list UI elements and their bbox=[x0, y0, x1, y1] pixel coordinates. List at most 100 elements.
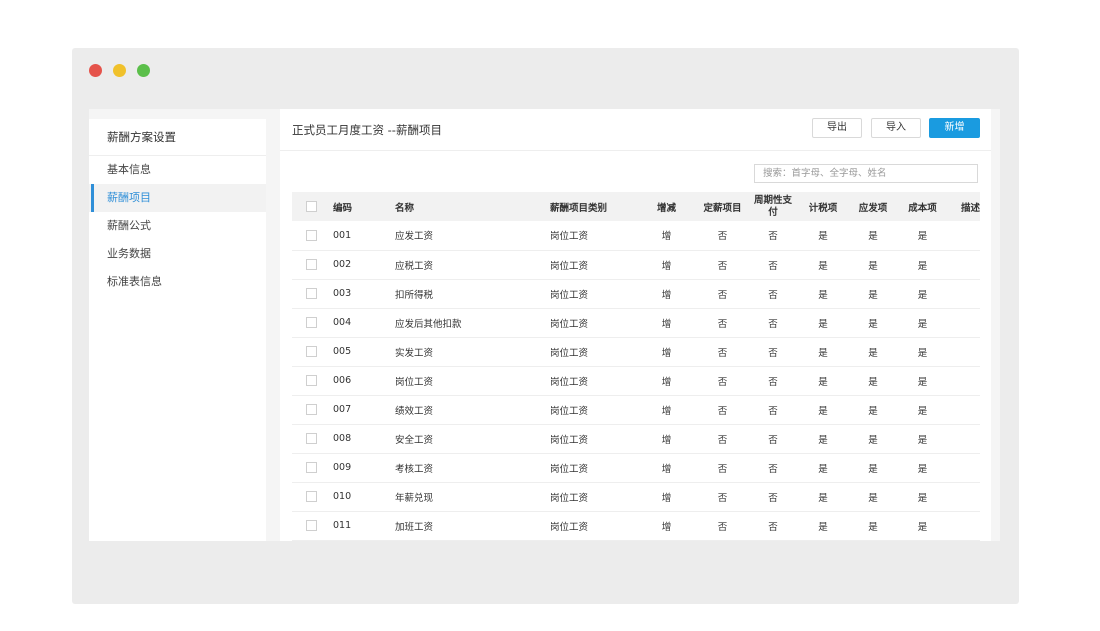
cell-cost: 是 bbox=[917, 521, 928, 533]
row-checkbox[interactable] bbox=[306, 462, 317, 473]
column-header-description: 描述 bbox=[961, 202, 981, 214]
row-checkbox[interactable] bbox=[306, 229, 317, 241]
cell-description bbox=[950, 424, 980, 453]
cell-name: 岗位工资 bbox=[395, 376, 434, 388]
cell-fixed-salary: 否 bbox=[717, 231, 728, 243]
salary-items-table: 编码 名称 薪酬项目类别 增减 定薪项目 周期性支付 计税项 应发项 成本项 描… bbox=[292, 192, 981, 541]
cell-code: 007 bbox=[333, 404, 352, 415]
cell-increase-decrease: 增 bbox=[661, 260, 672, 272]
add-button[interactable]: 新增 bbox=[929, 118, 980, 138]
row-select-cell bbox=[292, 279, 322, 308]
row-select-cell bbox=[292, 424, 322, 453]
table-row[interactable]: 005 实发工资 岗位工资 增 否 否 是 是 是 bbox=[292, 337, 981, 366]
cell-payable: 是 bbox=[868, 521, 878, 533]
sidebar-item-salary-formula[interactable]: 薪酬公式 bbox=[89, 212, 266, 240]
row-checkbox[interactable] bbox=[306, 288, 317, 299]
row-checkbox[interactable] bbox=[306, 404, 317, 415]
cell-taxable: 是 bbox=[818, 318, 828, 330]
column-header-fixed-salary: 定薪项目 bbox=[703, 202, 742, 214]
column-header-taxable: 计税项 bbox=[808, 202, 838, 214]
row-checkbox[interactable] bbox=[306, 520, 317, 531]
table-row[interactable]: 009 考核工资 岗位工资 增 否 否 是 是 是 bbox=[292, 453, 981, 482]
column-header-cost: 成本项 bbox=[908, 202, 937, 214]
table-row[interactable]: 010 年薪兑现 岗位工资 增 否 否 是 是 是 bbox=[292, 482, 981, 511]
cell-increase-decrease: 增 bbox=[661, 463, 672, 475]
cell-fixed-salary: 否 bbox=[717, 492, 728, 504]
table-row[interactable]: 008 安全工资 岗位工资 增 否 否 是 是 是 bbox=[292, 424, 981, 453]
cell-category: 岗位工资 bbox=[550, 231, 589, 243]
cell-payable: 是 bbox=[868, 463, 878, 475]
cell-code: 010 bbox=[333, 491, 352, 502]
row-checkbox[interactable] bbox=[306, 317, 317, 328]
table-row[interactable]: 002 应税工资 岗位工资 增 否 否 是 是 是 bbox=[292, 250, 981, 279]
cell-periodic-payment: 否 bbox=[768, 434, 778, 446]
table-row[interactable]: 001 应发工资 岗位工资 增 否 否 是 是 是 bbox=[292, 221, 981, 250]
row-checkbox[interactable] bbox=[306, 433, 317, 444]
row-checkbox[interactable] bbox=[306, 491, 317, 502]
cell-cost: 是 bbox=[917, 376, 928, 388]
cell-taxable: 是 bbox=[818, 289, 828, 301]
row-checkbox[interactable] bbox=[306, 375, 317, 386]
cell-cost: 是 bbox=[917, 492, 928, 504]
cell-cost: 是 bbox=[917, 347, 928, 359]
column-header-code: 编码 bbox=[333, 202, 353, 214]
cell-fixed-salary: 否 bbox=[717, 405, 728, 417]
cell-taxable: 是 bbox=[818, 231, 828, 243]
cell-increase-decrease: 增 bbox=[661, 318, 672, 330]
cell-description bbox=[950, 337, 980, 366]
main-panel: 正式员工月度工资 --薪酬项目 导出 导入 新增 编码 名称 薪酬项目类别 bbox=[280, 109, 991, 541]
cell-code: 006 bbox=[333, 375, 352, 386]
row-checkbox[interactable] bbox=[306, 259, 317, 270]
sidebar-item-business-data[interactable]: 业务数据 bbox=[89, 240, 266, 268]
app-content: 薪酬方案设置 基本信息 薪酬项目 薪酬公式 业务数据 标准表信息 正式员工月度工… bbox=[89, 109, 1000, 541]
cell-description bbox=[950, 453, 980, 482]
row-select-cell bbox=[292, 395, 322, 424]
sidebar-item-salary-items[interactable]: 薪酬项目 bbox=[89, 184, 266, 212]
cell-code: 004 bbox=[333, 317, 352, 328]
cell-cost: 是 bbox=[917, 463, 928, 475]
table-header-row: 编码 名称 薪酬项目类别 增减 定薪项目 周期性支付 计税项 应发项 成本项 描… bbox=[292, 192, 981, 221]
table-row[interactable]: 011 加班工资 岗位工资 增 否 否 是 是 是 bbox=[292, 511, 981, 540]
cell-category: 岗位工资 bbox=[550, 289, 589, 301]
row-select-cell bbox=[292, 453, 322, 482]
cell-taxable: 是 bbox=[818, 260, 828, 272]
cell-increase-decrease: 增 bbox=[661, 289, 672, 301]
select-all-checkbox[interactable] bbox=[306, 201, 317, 212]
sidebar: 薪酬方案设置 基本信息 薪酬项目 薪酬公式 业务数据 标准表信息 bbox=[89, 119, 266, 541]
search-input[interactable] bbox=[754, 164, 978, 183]
cell-description bbox=[950, 279, 980, 308]
table-row[interactable]: 003 扣所得税 岗位工资 增 否 否 是 是 是 bbox=[292, 279, 981, 308]
cell-category: 岗位工资 bbox=[550, 347, 589, 359]
column-header-increase-decrease: 增减 bbox=[656, 202, 676, 214]
cell-payable: 是 bbox=[868, 347, 878, 359]
import-button[interactable]: 导入 bbox=[871, 118, 921, 138]
cell-cost: 是 bbox=[917, 434, 928, 446]
cell-taxable: 是 bbox=[818, 405, 828, 417]
close-window-dot[interactable] bbox=[89, 64, 102, 77]
sidebar-item-basic-info[interactable]: 基本信息 bbox=[89, 156, 266, 184]
cell-fixed-salary: 否 bbox=[717, 521, 728, 533]
cell-payable: 是 bbox=[868, 405, 878, 417]
export-button[interactable]: 导出 bbox=[812, 118, 862, 138]
minimize-window-dot[interactable] bbox=[113, 64, 126, 77]
cell-payable: 是 bbox=[868, 318, 878, 330]
cell-description bbox=[950, 482, 980, 511]
cell-payable: 是 bbox=[868, 260, 878, 272]
cell-periodic-payment: 否 bbox=[768, 289, 778, 301]
cell-category: 岗位工资 bbox=[550, 492, 589, 504]
column-header-category: 薪酬项目类别 bbox=[550, 202, 608, 214]
row-checkbox[interactable] bbox=[306, 346, 317, 357]
cell-payable: 是 bbox=[868, 434, 878, 446]
cell-code: 002 bbox=[333, 259, 352, 270]
sidebar-item-standard-table[interactable]: 标准表信息 bbox=[89, 268, 266, 296]
table-row[interactable]: 007 绩效工资 岗位工资 增 否 否 是 是 是 bbox=[292, 395, 981, 424]
cell-increase-decrease: 增 bbox=[661, 434, 672, 446]
table-row[interactable]: 004 应发后其他扣款 岗位工资 增 否 否 是 是 是 bbox=[292, 308, 981, 337]
cell-fixed-salary: 否 bbox=[717, 260, 728, 272]
cell-fixed-salary: 否 bbox=[717, 347, 728, 359]
maximize-window-dot[interactable] bbox=[137, 64, 150, 77]
cell-increase-decrease: 增 bbox=[661, 521, 672, 533]
cell-fixed-salary: 否 bbox=[717, 434, 728, 446]
table-row[interactable]: 006 岗位工资 岗位工资 增 否 否 是 是 是 bbox=[292, 366, 981, 395]
cell-cost: 是 bbox=[917, 260, 928, 272]
